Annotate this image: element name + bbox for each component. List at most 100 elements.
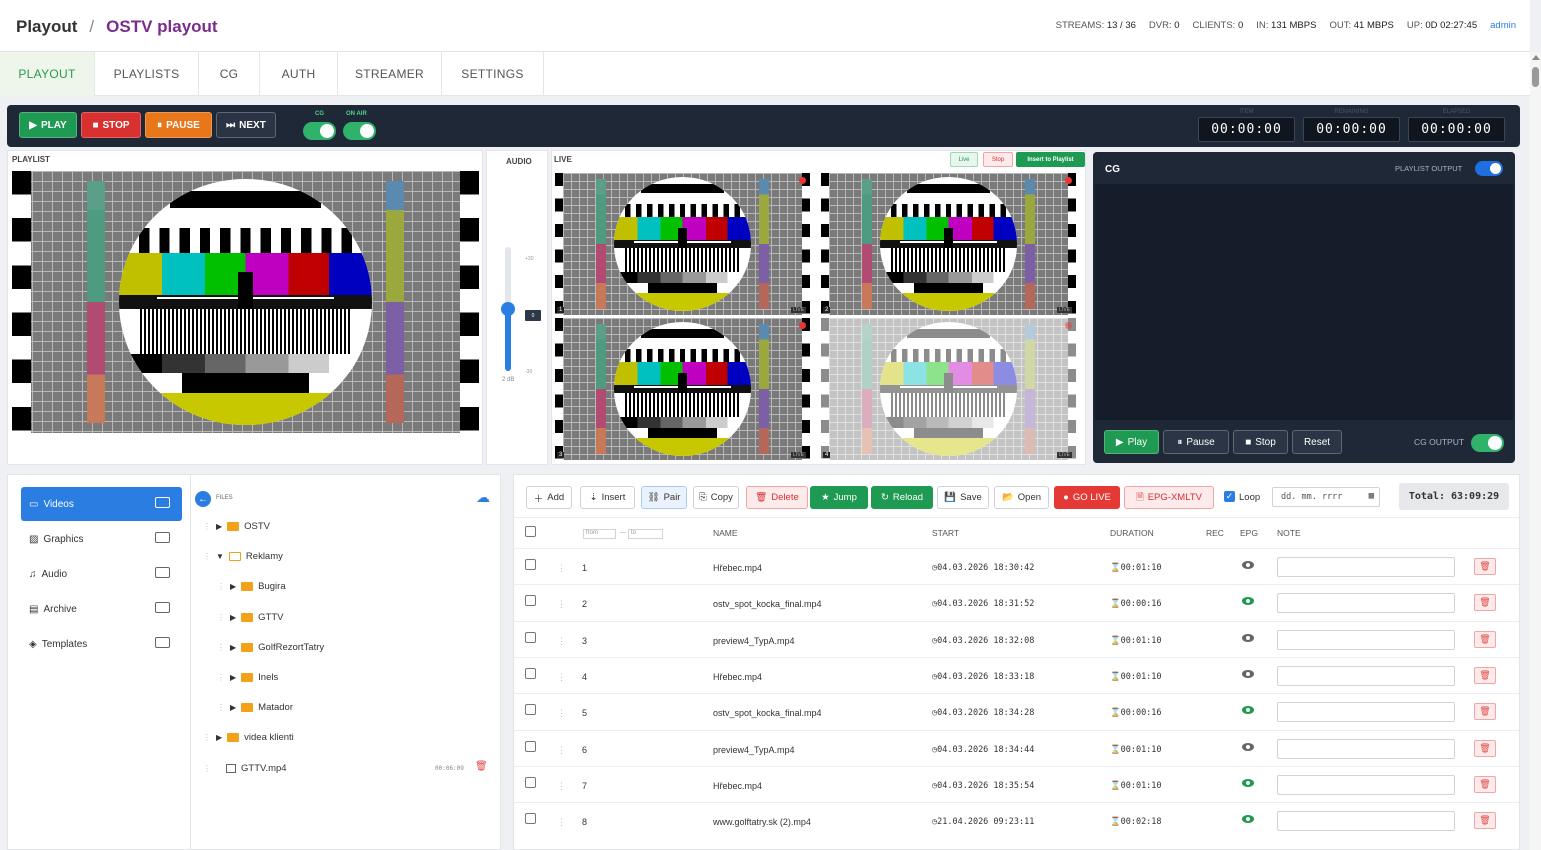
note-input[interactable]: [1277, 629, 1455, 650]
eye-icon[interactable]: [1242, 815, 1254, 824]
onair-toggle[interactable]: [343, 122, 376, 140]
folder-icon[interactable]: [155, 532, 170, 543]
live-tile-2[interactable]: 2 LIVE: [821, 173, 1076, 315]
tree-folder[interactable]: ▼ Reklamy: [216, 551, 283, 562]
jump-button[interactable]: ★ Jump: [810, 486, 868, 509]
delete-row-button[interactable]: 🗑: [1474, 775, 1496, 793]
table-row[interactable]: ⋮ 8 www.golftatry.sk (2).mp4 ◷21.04.2026 09…: [514, 802, 1519, 838]
drag-handle-icon[interactable]: ⋮: [557, 708, 566, 719]
go-live-button[interactable]: ● GO LIVE: [1054, 486, 1120, 509]
tree-folder[interactable]: ▶ GTTV: [230, 612, 284, 623]
category-archive[interactable]: ▤ Archive: [21, 592, 182, 626]
drag-handle-icon[interactable]: ⋮: [217, 582, 225, 591]
tree-folder[interactable]: ▶ Matador: [230, 702, 293, 713]
back-arrow-icon[interactable]: ←: [195, 491, 211, 507]
row-checkbox[interactable]: [525, 631, 536, 643]
stop-button[interactable]: ■ STOP: [81, 112, 141, 138]
cg-toggle[interactable]: [303, 122, 336, 140]
table-row[interactable]: ⋮ 6 preview4_TypA.mp4 ◷04.03.2026 18:34:44 ⌛…: [514, 729, 1519, 766]
note-input[interactable]: [1277, 593, 1455, 614]
table-row[interactable]: ⋮ 5 ostv_spot_kocka_final.mp4 ◷04.03.2026 1…: [514, 693, 1519, 729]
eye-icon[interactable]: [1242, 669, 1254, 678]
note-input[interactable]: [1277, 774, 1455, 795]
drag-handle-icon[interactable]: ⋮: [217, 703, 225, 712]
live-tile-4[interactable]: 4 LIVE: [821, 318, 1076, 460]
open-button[interactable]: 📂 Open: [994, 486, 1049, 509]
chevron-right-icon[interactable]: ▶: [230, 703, 236, 712]
delete-button[interactable]: 🗑 Delete: [746, 486, 808, 509]
row-checkbox[interactable]: [525, 776, 536, 788]
drag-handle-icon[interactable]: ⋮: [203, 733, 211, 742]
trash-icon[interactable]: 🗑: [475, 761, 488, 772]
delete-row-button[interactable]: 🗑: [1474, 666, 1496, 684]
cg-reset-button[interactable]: Reset: [1292, 430, 1342, 454]
folder-icon[interactable]: [155, 567, 170, 578]
drag-handle-icon[interactable]: ⋮: [557, 563, 566, 574]
tab-playlists[interactable]: PLAYLISTS: [95, 52, 199, 96]
note-input[interactable]: [1277, 665, 1455, 686]
tree-folder[interactable]: ▶ videa klienti: [216, 732, 294, 743]
drag-handle-icon[interactable]: ⋮: [217, 643, 225, 652]
date-input[interactable]: dd. mm. rrrr ▦: [1272, 487, 1380, 507]
drag-handle-icon[interactable]: ⋮: [557, 636, 566, 647]
delete-row-button[interactable]: 🗑: [1474, 739, 1496, 757]
playlist-output-toggle[interactable]: [1475, 161, 1503, 176]
drag-handle-icon[interactable]: ⋮: [217, 673, 225, 682]
row-checkbox[interactable]: [525, 704, 536, 716]
category-graphics[interactable]: ▨ Graphics: [21, 522, 182, 556]
chevron-right-icon[interactable]: ▶: [230, 673, 236, 682]
file-item[interactable]: GTTV.mp4: [226, 763, 287, 774]
user-menu[interactable]: admin: [1490, 20, 1516, 31]
tree-folder[interactable]: ▶ OSTV: [216, 521, 270, 532]
calendar-icon[interactable]: ▦: [1369, 491, 1374, 501]
eye-icon[interactable]: [1242, 633, 1254, 642]
save-button[interactable]: 💾 Save: [937, 486, 989, 509]
eye-icon[interactable]: [1242, 597, 1254, 606]
col-duration[interactable]: DURATION: [1110, 528, 1154, 538]
chevron-right-icon[interactable]: ▶: [230, 613, 236, 622]
cg-stop-button[interactable]: ■ Stop: [1233, 430, 1288, 454]
breadcrumb-root[interactable]: Playout: [16, 17, 77, 37]
play-button[interactable]: ▶ PLAY: [19, 112, 77, 138]
select-all-checkbox[interactable]: [525, 526, 536, 537]
live-stop-button[interactable]: Stop: [983, 152, 1013, 167]
to-input[interactable]: to: [628, 529, 663, 539]
tab-streamer[interactable]: STREAMER: [338, 52, 442, 96]
drag-handle-icon[interactable]: ⋮: [557, 817, 566, 828]
drag-handle-icon[interactable]: ⋮: [203, 522, 211, 531]
drag-handle-icon[interactable]: ⋮: [217, 613, 225, 622]
delete-row-button[interactable]: 🗑: [1474, 594, 1496, 612]
tab-cg[interactable]: CG: [199, 52, 260, 96]
tree-folder[interactable]: ▶ GolfRezortTatry: [230, 642, 324, 653]
category-templates[interactable]: ◈ Templates: [21, 627, 182, 661]
table-row[interactable]: ⋮ 2 ostv_spot_kocka_final.mp4 ◷04.03.2026 1…: [514, 584, 1519, 620]
delete-row-button[interactable]: 🗑: [1474, 812, 1496, 830]
note-input[interactable]: [1277, 811, 1455, 832]
drag-handle-icon[interactable]: ⋮: [557, 599, 566, 610]
cg-play-button[interactable]: ▶ Play: [1104, 430, 1159, 454]
live-tile-3[interactable]: 3 LIVE: [555, 318, 810, 460]
folder-icon[interactable]: [155, 602, 170, 613]
delete-row-button[interactable]: 🗑: [1474, 630, 1496, 648]
scrollbar-thumb[interactable]: [1532, 67, 1539, 87]
copy-button[interactable]: ⎘ Copy: [693, 486, 739, 509]
epg-xmltv-button[interactable]: 🗎 EPG-XMLTV: [1124, 486, 1214, 509]
chevron-down-icon[interactable]: ▼: [216, 552, 224, 561]
page-scrollbar[interactable]: [1530, 52, 1541, 850]
eye-icon[interactable]: [1242, 561, 1254, 569]
live-button[interactable]: Live: [950, 152, 978, 167]
eye-icon[interactable]: [1242, 706, 1254, 715]
from-input[interactable]: from: [583, 529, 616, 539]
drag-handle-icon[interactable]: ⋮: [557, 672, 566, 683]
row-checkbox[interactable]: [525, 740, 536, 752]
add-button[interactable]: ＋ Add: [526, 486, 572, 509]
col-name[interactable]: NAME: [713, 528, 738, 538]
eye-icon[interactable]: [1242, 742, 1254, 751]
tree-folder[interactable]: ▶ Inels: [230, 672, 278, 683]
table-row[interactable]: ⋮ 3 preview4_TypA.mp4 ◷04.03.2026 18:32:08 ⌛…: [514, 620, 1519, 657]
upload-cloud-icon[interactable]: ☁: [476, 489, 490, 506]
audio-slider-handle[interactable]: [501, 302, 515, 316]
drag-handle-icon[interactable]: ⋮: [203, 552, 211, 561]
cg-pause-button[interactable]: ⏸ Pause: [1163, 430, 1229, 454]
tab-settings[interactable]: SETTINGS: [442, 52, 544, 96]
